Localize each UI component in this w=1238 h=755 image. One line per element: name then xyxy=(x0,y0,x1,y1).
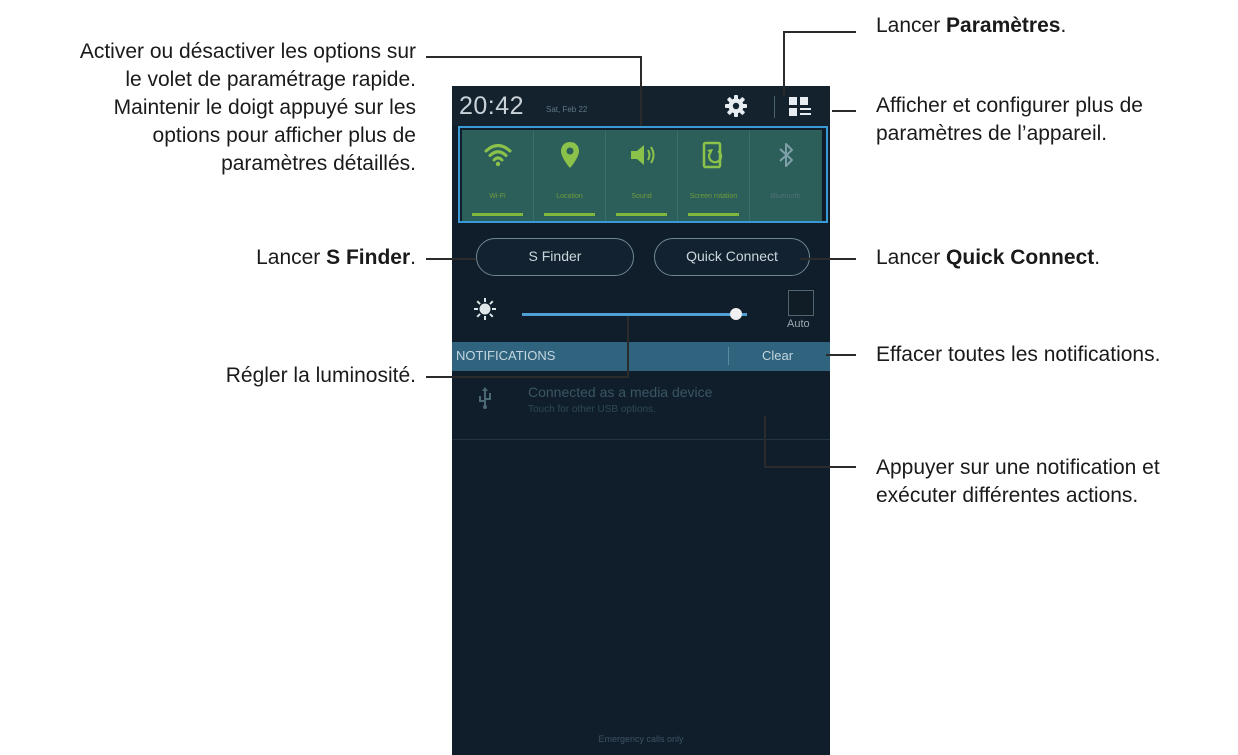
s-finder-button[interactable]: S Finder xyxy=(476,238,634,276)
emergency-calls-label: Emergency calls only xyxy=(598,734,684,744)
clock: 20:42 xyxy=(459,92,525,120)
notification-title: Connected as a media device xyxy=(528,384,713,400)
usb-icon xyxy=(479,387,491,409)
annotation-notification: Appuyer sur une notification et exécuter… xyxy=(876,456,1160,507)
notifications-header: NOTIFICATIONS Clear xyxy=(452,342,830,371)
header-divider xyxy=(728,347,729,365)
brightness-icon xyxy=(474,298,496,320)
callout-line-settings xyxy=(783,31,785,95)
quick-settings-highlight xyxy=(458,126,828,223)
callout-line-notification xyxy=(764,466,856,468)
callout-line-brightness xyxy=(426,376,628,378)
callout-line-more-settings xyxy=(832,110,856,112)
grid-settings-icon[interactable] xyxy=(789,97,811,117)
notifications-title: NOTIFICATIONS xyxy=(456,348,556,363)
notification-subtitle: Touch for other USB options. xyxy=(528,404,656,415)
auto-brightness-label: Auto xyxy=(787,318,810,330)
status-divider xyxy=(774,96,775,118)
callout-line-quick-options xyxy=(640,56,642,126)
callout-line-quick-options xyxy=(426,56,641,58)
date-label: Sat, Feb 22 xyxy=(546,105,588,114)
brightness-slider[interactable] xyxy=(522,313,747,316)
notification-item[interactable]: Connected as a media device Touch for ot… xyxy=(452,371,830,440)
quick-connect-button[interactable]: Quick Connect xyxy=(654,238,810,276)
annotation-clear-all: Effacer toutes les notifications. xyxy=(876,343,1161,366)
brightness-slider-thumb[interactable] xyxy=(729,308,742,320)
annotation-quick-connect: Lancer Quick Connect. xyxy=(876,246,1101,269)
annotation-settings: Lancer Paramètres. xyxy=(876,14,1067,37)
callout-line-s-finder xyxy=(426,258,476,260)
callout-line-notification xyxy=(764,416,766,468)
annotation-more-settings: Afficher et configurer plus de paramètre… xyxy=(876,94,1143,145)
callout-line-settings xyxy=(784,31,856,33)
callout-line-clear xyxy=(826,354,856,356)
brightness-control: Auto xyxy=(452,276,830,338)
auto-brightness-checkbox[interactable] xyxy=(788,290,814,316)
gear-icon[interactable] xyxy=(724,94,748,118)
clear-button[interactable]: Clear xyxy=(762,348,793,363)
callout-line-brightness xyxy=(627,316,629,378)
annotation-s-finder: Lancer S Finder. xyxy=(256,246,416,269)
annotation-brightness: Régler la luminosité. xyxy=(225,364,416,387)
annotation-quick-options: Activer ou désactiver les options sur le… xyxy=(79,40,416,175)
callout-line-quick-connect xyxy=(800,258,856,260)
